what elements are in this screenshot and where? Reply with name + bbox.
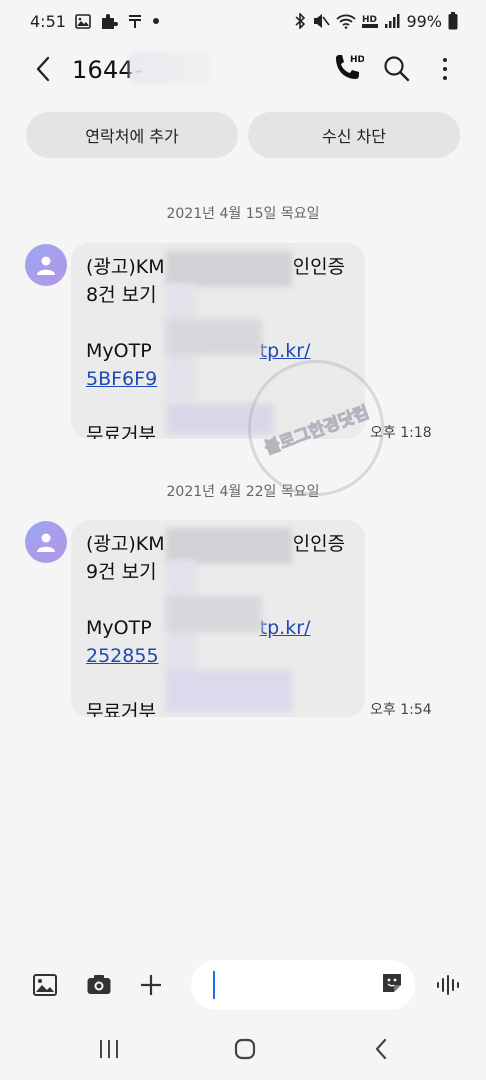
message-time: 오후 1:54	[370, 702, 432, 718]
more-dot-icon	[443, 76, 447, 80]
voice-icon	[437, 975, 459, 995]
message-link[interactable]: 5BF6F9	[86, 368, 157, 390]
more-dot-icon	[443, 58, 447, 62]
svg-text:HD: HD	[362, 15, 377, 25]
nav-back-button[interactable]	[361, 1034, 401, 1064]
message-text-field[interactable]	[211, 972, 371, 998]
redaction-blur	[166, 319, 262, 355]
dot-icon	[152, 17, 160, 25]
avatar[interactable]	[25, 521, 67, 563]
signal-icon	[384, 13, 400, 29]
message-text: 무료거부	[86, 424, 156, 439]
person-icon	[37, 256, 55, 275]
puzzle-icon	[100, 13, 118, 30]
more-dot-icon	[443, 67, 447, 71]
status-time: 4:51	[30, 11, 66, 31]
camera-button[interactable]	[85, 971, 113, 999]
gallery-button[interactable]	[31, 971, 59, 999]
hd-badge: HD	[350, 55, 364, 65]
camera-icon	[87, 975, 111, 994]
message-text: MyOTP	[86, 340, 152, 362]
text-cursor	[213, 971, 215, 999]
message-link[interactable]: 252855	[86, 645, 159, 667]
block-button[interactable]: 수신 차단	[248, 112, 460, 158]
add-contact-label: 연락처에 추가	[85, 127, 179, 146]
home-icon	[234, 1038, 256, 1060]
date-divider: 2021년 4월 22일 목요일	[166, 484, 320, 500]
message-text: (광고)KM	[86, 256, 165, 278]
sticker-button[interactable]	[380, 971, 404, 995]
attach-button[interactable]	[137, 971, 165, 999]
message-text: MyOTP	[86, 617, 152, 639]
watermark-text: 블로그한경닷컴	[261, 402, 372, 459]
block-label: 수신 차단	[322, 127, 386, 146]
home-button[interactable]	[225, 1034, 265, 1064]
more-options-button[interactable]	[433, 54, 457, 84]
phone-icon: HD	[336, 55, 365, 79]
back-icon	[375, 1038, 387, 1060]
redaction-blur	[166, 596, 262, 632]
battery-icon	[448, 12, 458, 30]
wifi-icon	[336, 13, 357, 29]
battery-percent: 99%	[406, 11, 442, 31]
message-link[interactable]: tp.kr/	[260, 617, 311, 639]
tmap-icon	[127, 13, 143, 29]
redaction-blur	[166, 528, 292, 564]
message-text: 무료거부	[86, 701, 156, 717]
person-icon	[37, 533, 55, 552]
message-text: 8건 보기	[86, 284, 157, 306]
mute-icon	[312, 13, 331, 29]
avatar[interactable]	[25, 244, 67, 286]
status-bar: 4:51 HD 99%	[0, 0, 486, 42]
message-text: 9건 보기	[86, 561, 157, 583]
voice-input-button[interactable]	[434, 971, 462, 999]
image-icon	[33, 974, 57, 996]
hd-call-button[interactable]: HD	[330, 52, 365, 86]
message-text: 인인증	[292, 533, 346, 555]
redaction-blur	[166, 251, 292, 287]
recents-icon	[100, 1040, 118, 1058]
search-icon	[384, 56, 410, 82]
message-text: (광고)KM	[86, 533, 165, 555]
app-bar: 1644- HD	[0, 46, 486, 92]
gallery-icon	[75, 13, 91, 29]
system-navigation-bar	[0, 1020, 486, 1080]
message-text: 인인증	[292, 256, 346, 278]
search-button[interactable]	[382, 54, 412, 84]
chevron-left-icon	[36, 56, 50, 82]
message-bubble[interactable]: (광고)KM 인인증 9건 보기 MyOTP tp.kr/ 252855 무료거부	[71, 520, 365, 717]
back-button[interactable]	[28, 54, 58, 84]
redaction-blur	[166, 670, 292, 712]
plus-icon	[141, 975, 161, 995]
composer-bar	[0, 955, 486, 1013]
hd-voice-icon: HD	[362, 13, 379, 29]
date-divider: 2021년 4월 15일 목요일	[166, 206, 320, 222]
add-contact-button[interactable]: 연락처에 추가	[26, 112, 238, 158]
bluetooth-icon	[294, 13, 306, 29]
recents-button[interactable]	[89, 1034, 129, 1064]
message-link[interactable]: tp.kr/	[260, 340, 311, 362]
contact-number-blur	[130, 52, 210, 84]
sticker-icon	[383, 974, 401, 992]
